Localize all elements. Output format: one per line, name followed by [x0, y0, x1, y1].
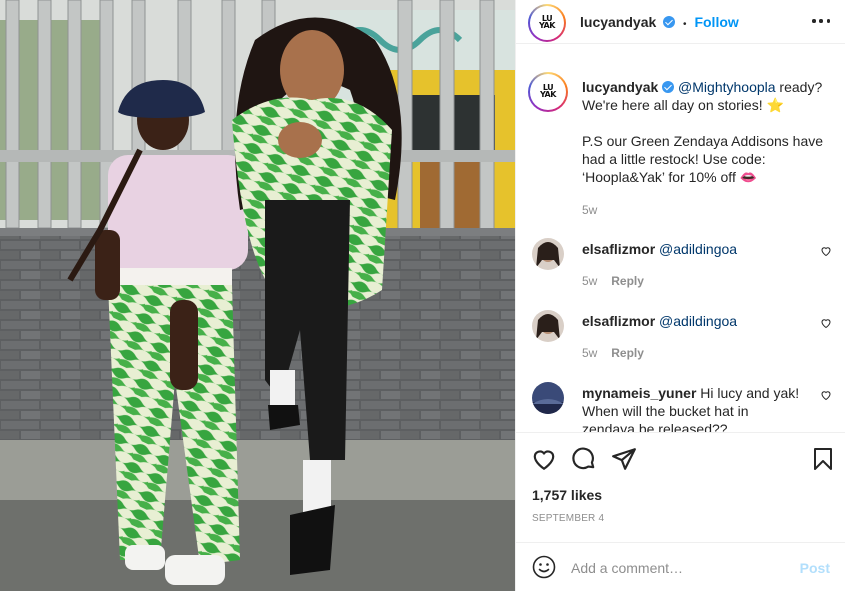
author-avatar[interactable]: LU YAK	[528, 4, 566, 42]
reply-button[interactable]: Reply	[611, 346, 644, 360]
caption-username[interactable]: lucyandyak	[582, 79, 658, 95]
post-date[interactable]: SEPTEMBER 4	[532, 513, 604, 524]
comment-like-heart-icon[interactable]	[820, 245, 832, 257]
comment-icon[interactable]	[571, 446, 597, 472]
heart-icon[interactable]	[531, 446, 557, 472]
caption-avatar[interactable]: LU YAK	[528, 72, 568, 112]
caption-verified-badge-icon	[662, 81, 675, 93]
header-user-row: lucyandyak • Follow	[580, 14, 739, 30]
smiley-icon[interactable]	[532, 555, 556, 579]
lips-emoji-icon: 👄	[739, 169, 758, 185]
post-header: LU YAK lucyandyak • Follow	[516, 0, 845, 44]
comment-username[interactable]: elsaflizmor	[582, 241, 655, 257]
logo-line-2: YAK	[539, 21, 555, 30]
comments-section[interactable]: LU YAK lucyandyak @Mightyhoopla ready? W…	[516, 44, 845, 432]
share-icon[interactable]	[611, 446, 637, 472]
comment-like-heart-icon[interactable]	[820, 389, 832, 401]
comment-mention[interactable]: @adildingoa	[659, 241, 737, 257]
caption-text-2: P.S our Green Zendaya Addisons have had …	[582, 133, 824, 185]
reply-button[interactable]: Reply	[611, 274, 644, 288]
comment-time[interactable]: 5w	[582, 274, 597, 288]
commenter-avatar[interactable]	[532, 382, 564, 414]
caption-time[interactable]: 5w	[582, 203, 597, 217]
likes-count[interactable]: 1,757 likes	[532, 487, 602, 503]
comment-time[interactable]: 5w	[582, 346, 597, 360]
header-username[interactable]: lucyandyak	[580, 14, 656, 30]
post-photo[interactable]: 7777	[0, 0, 515, 591]
follow-button[interactable]: Follow	[694, 14, 738, 30]
follow-separator: •	[683, 19, 687, 30]
commenter-avatar[interactable]	[532, 238, 564, 270]
comment-username[interactable]: mynameis_yuner	[582, 385, 696, 401]
more-options-icon[interactable]	[812, 14, 830, 28]
caption-mention[interactable]: @Mightyhoopla	[678, 79, 776, 95]
post-caption: lucyandyak @Mightyhoopla ready? We're he…	[582, 78, 832, 219]
verified-badge-icon	[663, 16, 676, 28]
comment-input[interactable]	[571, 557, 791, 579]
bookmark-icon[interactable]	[811, 446, 835, 472]
comment-mention[interactable]: @adildingoa	[659, 313, 737, 329]
post-image: 7777	[0, 0, 515, 591]
post-side-panel: LU YAK lucyandyak • Follow LU YAK lucyan…	[515, 0, 845, 591]
comment-username[interactable]: elsaflizmor	[582, 313, 655, 329]
comment-like-heart-icon[interactable]	[820, 317, 832, 329]
commenter-avatar[interactable]	[532, 310, 564, 342]
post-actions: 1,757 likes SEPTEMBER 4	[516, 432, 845, 542]
caption-logo-line-2: YAK	[540, 90, 556, 99]
add-comment-bar: Post	[516, 542, 845, 591]
post-comment-button[interactable]: Post	[800, 560, 830, 576]
star-emoji-icon: ⭐	[766, 97, 784, 113]
